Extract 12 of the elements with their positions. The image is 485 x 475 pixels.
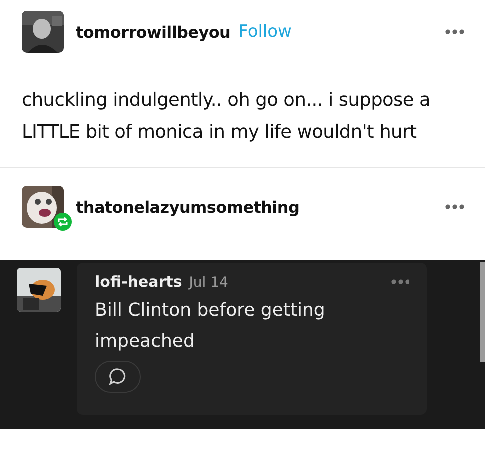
username[interactable]: thatonelazyumsomething [76,198,300,216]
more-icon[interactable] [391,278,409,286]
comment-icon [109,368,127,386]
more-icon[interactable] [445,203,465,211]
more-icon[interactable] [445,28,465,36]
comment-text: Bill Clinton before getting impeached [95,299,326,354]
username[interactable]: lofi-hearts [95,273,182,291]
reply-button[interactable] [95,361,141,393]
scrollbar[interactable] [480,262,485,362]
post-text: chuckling indulgently.. oh go on... i suppose a LITTLE bit of monica in my life wouldn't hurt [22,89,432,145]
comment-date: Jul 14 [189,275,228,291]
username[interactable]: tomorrowillbeyou [76,22,231,42]
